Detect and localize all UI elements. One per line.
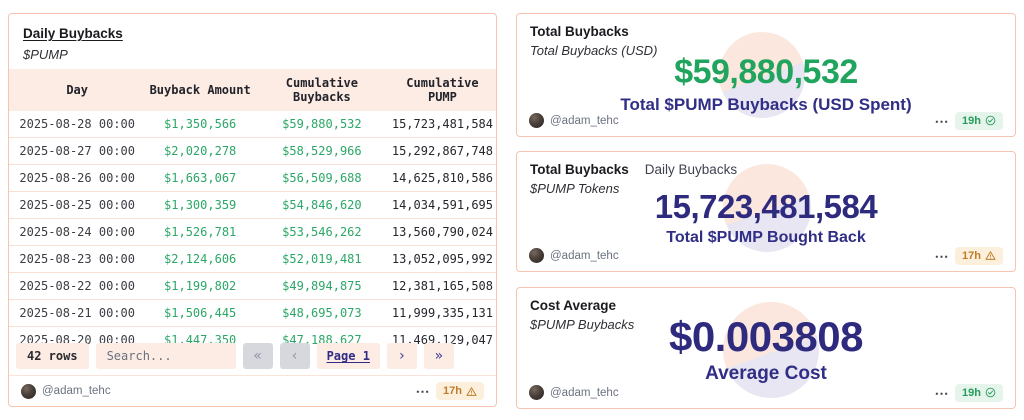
table-row: 2025-08-27 00:00$2,020,278$58,529,96615,… (9, 138, 496, 165)
table-cell: $59,880,532 (255, 111, 389, 138)
more-options-icon[interactable]: ⋯ (416, 386, 431, 396)
column-header: Cumulative PUMP (389, 69, 496, 111)
buybacks-table: DayBuyback AmountCumulative BuybacksCumu… (9, 69, 496, 349)
table-row: 2025-08-26 00:00$1,663,067$56,509,68814,… (9, 165, 496, 192)
table-cell: 15,723,481,584 (389, 111, 496, 138)
table-cell: $1,350,566 (145, 111, 255, 138)
table-cell: $2,020,278 (145, 138, 255, 165)
data-age-label: 19h (962, 387, 981, 399)
last-page-button[interactable]: » (424, 343, 454, 369)
table-cell: 15,292,867,748 (389, 138, 496, 165)
table-cell: 2025-08-23 00:00 (9, 246, 145, 273)
daily-buybacks-panel: Daily Buybacks $PUMP DayBuyback AmountCu… (8, 13, 497, 407)
warning-triangle-icon (466, 386, 477, 397)
cost-average-card: Cost Average $PUMP Buybacks $0.003808 Av… (516, 287, 1016, 409)
buybacks-table-wrap: DayBuyback AmountCumulative BuybacksCumu… (9, 69, 496, 349)
card-subtitle: $PUMP Tokens (530, 181, 737, 196)
card-caption: Average Cost (517, 363, 1015, 385)
card-caption: Total $PUMP Buybacks (USD Spent) (517, 95, 1015, 115)
table-cell: $1,506,445 (145, 300, 255, 327)
prev-page-button[interactable]: ‹ (280, 343, 310, 369)
table-cell: $1,199,802 (145, 273, 255, 300)
next-page-button[interactable]: › (387, 343, 417, 369)
card-title-secondary[interactable]: Daily Buybacks (645, 162, 737, 177)
table-controls: 42 rows « ‹ Page 1 › » (16, 343, 454, 369)
table-row: 2025-08-28 00:00$1,350,566$59,880,53215,… (9, 111, 496, 138)
table-cell: 2025-08-24 00:00 (9, 219, 145, 246)
table-cell: $52,019,481 (255, 246, 389, 273)
table-cell: 2025-08-22 00:00 (9, 273, 145, 300)
check-circle-icon (985, 387, 996, 398)
author-handle[interactable]: @adam_tehc (550, 387, 619, 399)
total-buybacks-pump-card: Total Buybacks Daily Buybacks $PUMP Toke… (516, 151, 1016, 272)
data-age-label: 17h (962, 250, 981, 262)
author-avatar (529, 385, 544, 400)
author-handle[interactable]: @adam_tehc (550, 115, 619, 127)
table-cell: $54,846,620 (255, 192, 389, 219)
table-cell: $53,546,262 (255, 219, 389, 246)
card-subtitle: Total Buybacks (USD) (530, 43, 657, 58)
author-handle[interactable]: @adam_tehc (550, 250, 619, 262)
data-age-badge[interactable]: 17h (436, 382, 484, 400)
search-input[interactable] (96, 343, 236, 369)
total-buybacks-usd-card: Total Buybacks Total Buybacks (USD) $59,… (516, 13, 1016, 137)
more-options-icon[interactable]: ⋯ (935, 116, 950, 126)
author-avatar (529, 248, 544, 263)
table-header-row: DayBuyback AmountCumulative BuybacksCumu… (9, 69, 496, 111)
total-usd-value: $59,880,532 (517, 54, 1015, 91)
table-cell: 11,999,335,131 (389, 300, 496, 327)
row-count-badge: 42 rows (16, 343, 89, 369)
column-header: Day (9, 69, 145, 111)
table-row: 2025-08-22 00:00$1,199,802$49,894,87512,… (9, 273, 496, 300)
table-cell: $1,526,781 (145, 219, 255, 246)
author-avatar (21, 384, 36, 399)
table-row: 2025-08-23 00:00$2,124,606$52,019,48113,… (9, 246, 496, 273)
more-options-icon[interactable]: ⋯ (935, 388, 950, 398)
table-cell: $58,529,966 (255, 138, 389, 165)
author-avatar (529, 113, 544, 128)
table-cell: 13,052,095,992 (389, 246, 496, 273)
table-cell: $56,509,688 (255, 165, 389, 192)
table-cell: 2025-08-21 00:00 (9, 300, 145, 327)
table-row: 2025-08-24 00:00$1,526,781$53,546,26213,… (9, 219, 496, 246)
column-header: Buyback Amount (145, 69, 255, 111)
table-cell: 13,560,790,024 (389, 219, 496, 246)
attribution-bar: @adam_tehc ⋯ 17h (9, 375, 496, 406)
table-cell: 2025-08-27 00:00 (9, 138, 145, 165)
column-header: Cumulative Buybacks (255, 69, 389, 111)
table-cell: 2025-08-25 00:00 (9, 192, 145, 219)
table-cell: $1,300,359 (145, 192, 255, 219)
data-age-label: 17h (443, 385, 462, 397)
more-options-icon[interactable]: ⋯ (935, 251, 950, 261)
page-indicator[interactable]: Page 1 (317, 343, 380, 369)
check-circle-icon (985, 115, 996, 126)
table-cell: 12,381,165,508 (389, 273, 496, 300)
warning-triangle-icon (985, 250, 996, 261)
card-title: Cost Average (530, 298, 616, 313)
table-row: 2025-08-21 00:00$1,506,445$48,695,07311,… (9, 300, 496, 327)
table-cell: 14,625,810,586 (389, 165, 496, 192)
card-title: Total Buybacks (530, 162, 629, 177)
table-cell: $49,894,875 (255, 273, 389, 300)
table-cell: 14,034,591,695 (389, 192, 496, 219)
first-page-button[interactable]: « (243, 343, 273, 369)
data-age-badge[interactable]: 19h (955, 384, 1003, 402)
card-subtitle: $PUMP Buybacks (530, 317, 634, 332)
panel-title: Daily Buybacks (23, 26, 123, 41)
table-body: 2025-08-28 00:00$1,350,566$59,880,53215,… (9, 111, 496, 349)
table-cell: $1,663,067 (145, 165, 255, 192)
panel-header: Daily Buybacks $PUMP (9, 14, 496, 66)
card-title: Total Buybacks (530, 24, 629, 39)
panel-subtitle: $PUMP (23, 47, 482, 62)
table-cell: $2,124,606 (145, 246, 255, 273)
data-age-label: 19h (962, 115, 981, 127)
table-cell: 2025-08-26 00:00 (9, 165, 145, 192)
table-cell: $48,695,073 (255, 300, 389, 327)
table-cell: 2025-08-28 00:00 (9, 111, 145, 138)
data-age-badge[interactable]: 17h (955, 247, 1003, 265)
author-handle[interactable]: @adam_tehc (42, 385, 111, 397)
card-caption: Total $PUMP Bought Back (517, 229, 1015, 247)
table-row: 2025-08-25 00:00$1,300,359$54,846,62014,… (9, 192, 496, 219)
